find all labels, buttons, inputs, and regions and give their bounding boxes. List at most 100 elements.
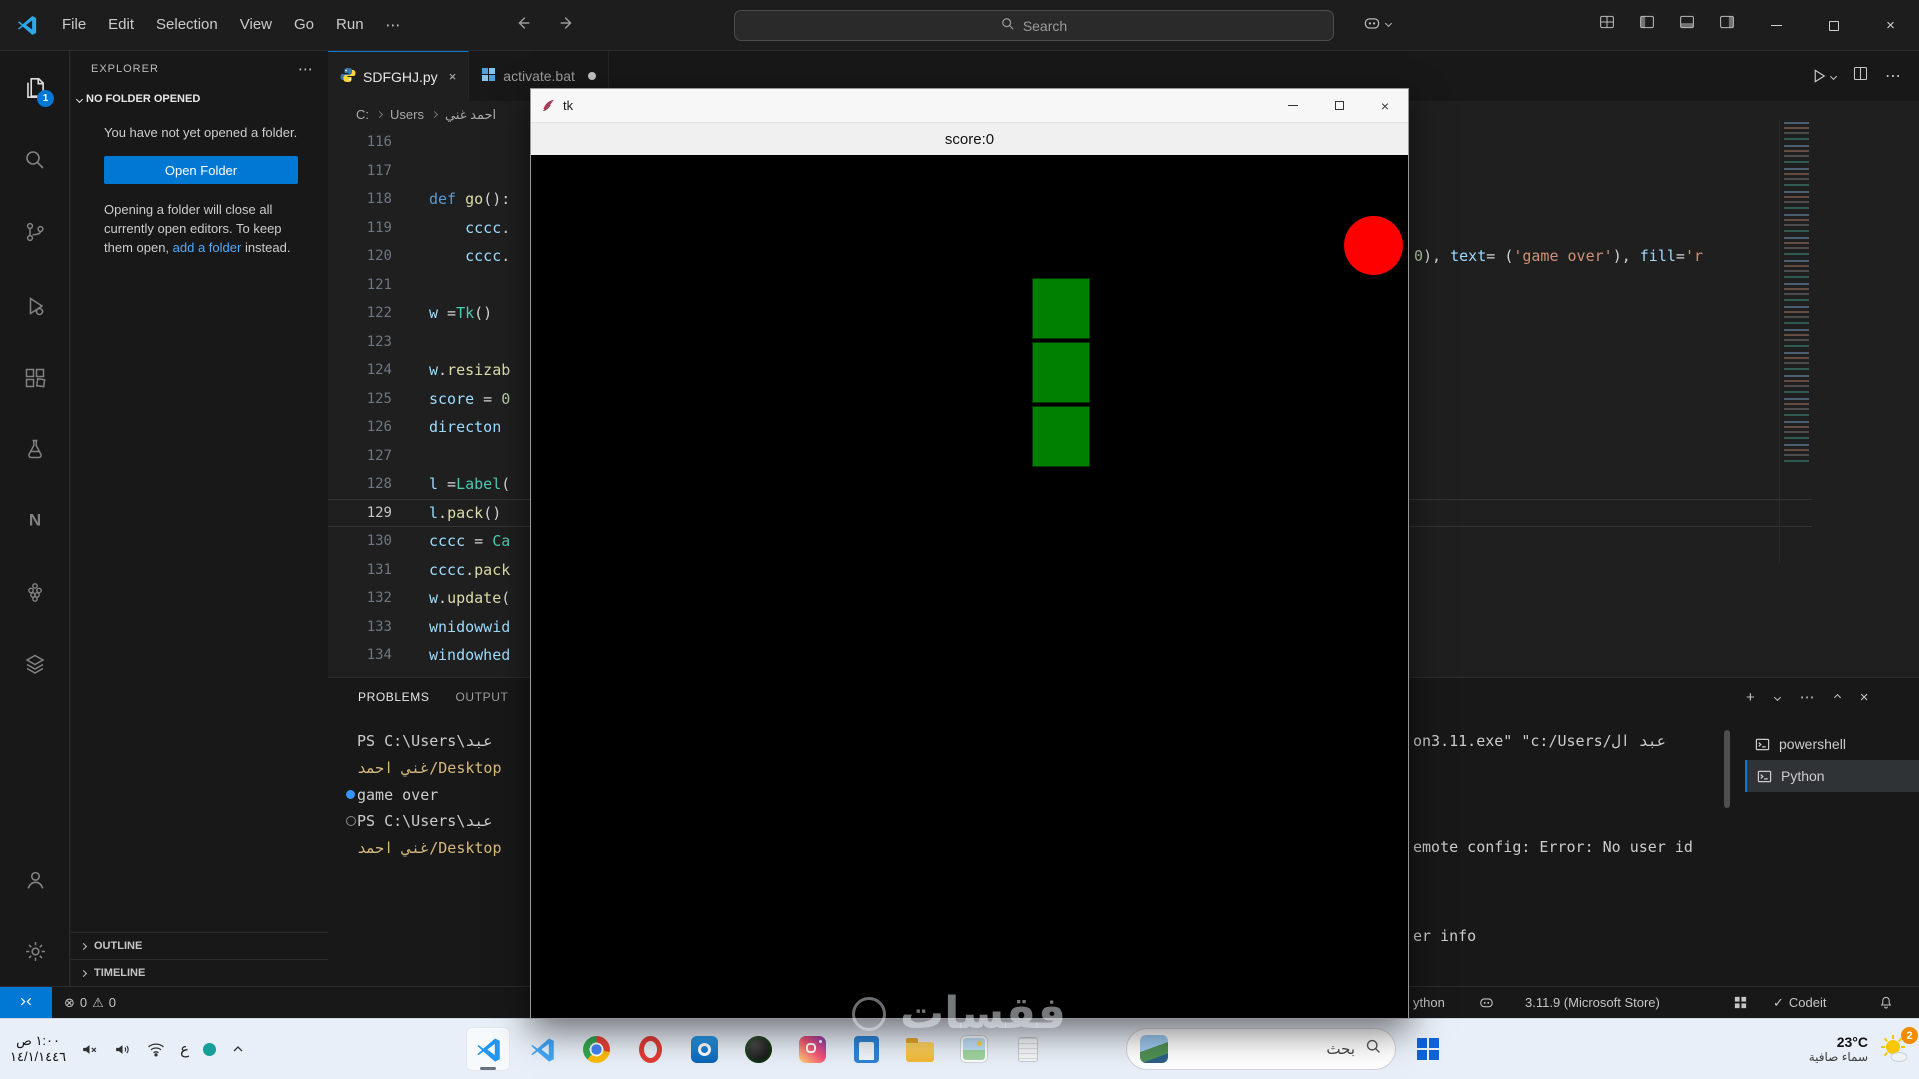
terminal-item-powershell[interactable]: powershell	[1745, 728, 1919, 760]
no-folder-section-header[interactable]: NO FOLDER OPENED	[71, 87, 328, 111]
grid-status-icon[interactable]	[1733, 987, 1748, 1018]
activity-bar: 1 N	[0, 51, 70, 986]
terminal-dropdown-icon[interactable]	[1773, 693, 1781, 701]
panel-tab-problems[interactable]: PROBLEMS	[358, 690, 430, 704]
copilot-icon[interactable]	[1362, 13, 1393, 33]
windows-start-button[interactable]	[1406, 1019, 1450, 1079]
toggle-secondary-sidebar-icon[interactable]	[1718, 13, 1736, 31]
problems-status[interactable]: ⊗ 0 ⚠ 0	[64, 987, 116, 1018]
instagram-icon[interactable]	[790, 1027, 834, 1071]
vscode-taskbar-icon-2[interactable]	[520, 1027, 564, 1071]
tab-close-icon[interactable]: ×	[449, 69, 457, 84]
modified-dot-icon[interactable]	[587, 72, 596, 80]
taskbar-clock[interactable]: ١:٠٠ ص ١٤/١/١٤٤٦	[10, 1033, 66, 1065]
settings-gear-icon[interactable]	[13, 929, 57, 973]
vscode-window: File Edit Selection View Go Run ⋯ Search	[0, 0, 1919, 1079]
breadcrumb-user-folder[interactable]: احمد غني	[445, 107, 496, 123]
terminal-item-python[interactable]: Python	[1745, 760, 1919, 792]
open-folder-button[interactable]: Open Folder	[104, 156, 298, 184]
game-canvas[interactable]	[531, 155, 1408, 1018]
run-dropdown-icon[interactable]	[1829, 72, 1838, 80]
layers-extension-icon[interactable]	[13, 642, 57, 686]
tk-game-window: tk × score:0	[530, 88, 1409, 1019]
outline-section[interactable]: OUTLINE	[71, 932, 328, 959]
chrome-icon[interactable]	[574, 1027, 618, 1071]
extensions-icon[interactable]	[13, 356, 57, 400]
language-mode[interactable]: ython	[1413, 987, 1445, 1018]
snake-segment	[1032, 278, 1090, 339]
opera-icon[interactable]	[628, 1027, 672, 1071]
warning-icon: ⚠	[92, 994, 104, 1010]
terminal-label: Python	[1781, 768, 1825, 784]
window-maximize-button[interactable]	[1805, 0, 1862, 51]
timeline-section[interactable]: TIMELINE	[71, 959, 328, 986]
taskbar-search-box[interactable]: بحث	[1126, 1028, 1396, 1070]
window-minimize-button[interactable]	[1748, 0, 1805, 51]
tk-window-title: tk	[563, 98, 574, 113]
weather-widget[interactable]: 23°C سماء صافية 2	[1809, 1019, 1918, 1079]
hidden-icons-chevron[interactable]	[230, 1041, 246, 1057]
menu-edit[interactable]: Edit	[98, 11, 144, 39]
titlebar: File Edit Selection View Go Run ⋯ Search	[0, 0, 1919, 51]
menu-view[interactable]: View	[230, 11, 282, 39]
window-close-button[interactable]: ×	[1862, 0, 1919, 51]
sidebar-more-icon[interactable]: ⋯	[298, 60, 314, 78]
terminal-scrollbar[interactable]	[1724, 730, 1730, 808]
panel-more-icon[interactable]: ⋯	[1800, 688, 1815, 706]
terminal-output[interactable]: PS C:\Users\عبد غني احمد/Desktop game over…	[328, 728, 502, 861]
grapes-extension-icon[interactable]	[13, 570, 57, 614]
codeit-status[interactable]: ✓ Codeit	[1773, 987, 1826, 1018]
tk-maximize-button[interactable]	[1316, 89, 1362, 122]
menu-run[interactable]: Run	[326, 11, 374, 39]
panel-close-icon[interactable]: ×	[1860, 689, 1869, 706]
new-terminal-icon[interactable]: +	[1746, 689, 1755, 706]
search-sidebar-icon[interactable]	[13, 138, 57, 182]
copilot-status-icon[interactable]	[1478, 987, 1495, 1018]
outlook-icon[interactable]	[682, 1027, 726, 1071]
tray-app-icon[interactable]	[203, 1042, 217, 1056]
tab-sdfghj-py[interactable]: SDFGHJ.py ×	[328, 51, 470, 101]
add-folder-link[interactable]: add a folder	[173, 240, 242, 255]
customize-layout-icon[interactable]	[1598, 13, 1616, 31]
remote-indicator[interactable]	[0, 987, 52, 1018]
outline-label: OUTLINE	[94, 940, 143, 952]
menu-selection[interactable]: Selection	[146, 11, 228, 39]
menu-file[interactable]: File	[52, 11, 96, 39]
wifi-icon[interactable]	[146, 1039, 166, 1059]
bat-file-icon	[481, 67, 496, 85]
accounts-icon[interactable]	[13, 857, 57, 901]
xbox-icon[interactable]	[736, 1027, 780, 1071]
watermark: فقسات	[852, 988, 1066, 1039]
speaker-icon[interactable]	[113, 1040, 132, 1059]
notifications-bell-icon[interactable]	[1878, 987, 1894, 1018]
source-control-icon[interactable]	[13, 210, 57, 254]
breadcrumb-drive[interactable]: C:	[356, 107, 369, 122]
run-python-file-button[interactable]	[1810, 67, 1838, 85]
volume-mute-icon[interactable]	[80, 1040, 99, 1059]
tk-close-button[interactable]: ×	[1362, 89, 1408, 122]
toggle-sidebar-icon[interactable]	[1638, 13, 1656, 31]
panel-maximize-icon[interactable]	[1833, 693, 1841, 701]
search-command-center[interactable]: Search	[734, 10, 1334, 41]
python-interpreter[interactable]: 3.11.9 (Microsoft Store)	[1525, 987, 1660, 1018]
editor-more-icon[interactable]: ⋯	[1885, 66, 1901, 86]
breadcrumb-users[interactable]: Users	[390, 107, 424, 122]
tk-titlebar[interactable]: tk ×	[531, 89, 1408, 123]
run-debug-icon[interactable]	[13, 284, 57, 328]
menu-go[interactable]: Go	[284, 11, 324, 39]
menu-more-icon[interactable]: ⋯	[376, 11, 411, 39]
error-count: 0	[79, 995, 88, 1010]
forward-arrow-icon[interactable]	[558, 14, 576, 36]
explorer-icon[interactable]: 1	[13, 66, 57, 110]
language-indicator[interactable]: ع	[180, 1040, 189, 1058]
n-extension-icon[interactable]: N	[13, 498, 57, 542]
panel-tab-output[interactable]: OUTPUT	[456, 690, 509, 704]
minimap[interactable]	[1779, 120, 1812, 563]
testing-icon[interactable]	[13, 427, 57, 471]
vscode-taskbar-icon[interactable]	[466, 1027, 510, 1071]
back-arrow-icon[interactable]	[514, 14, 532, 36]
tk-minimize-button[interactable]	[1270, 89, 1316, 122]
split-editor-icon[interactable]	[1852, 65, 1869, 87]
toggle-panel-icon[interactable]	[1678, 13, 1696, 31]
search-image-thumbnail[interactable]	[1140, 1035, 1168, 1063]
